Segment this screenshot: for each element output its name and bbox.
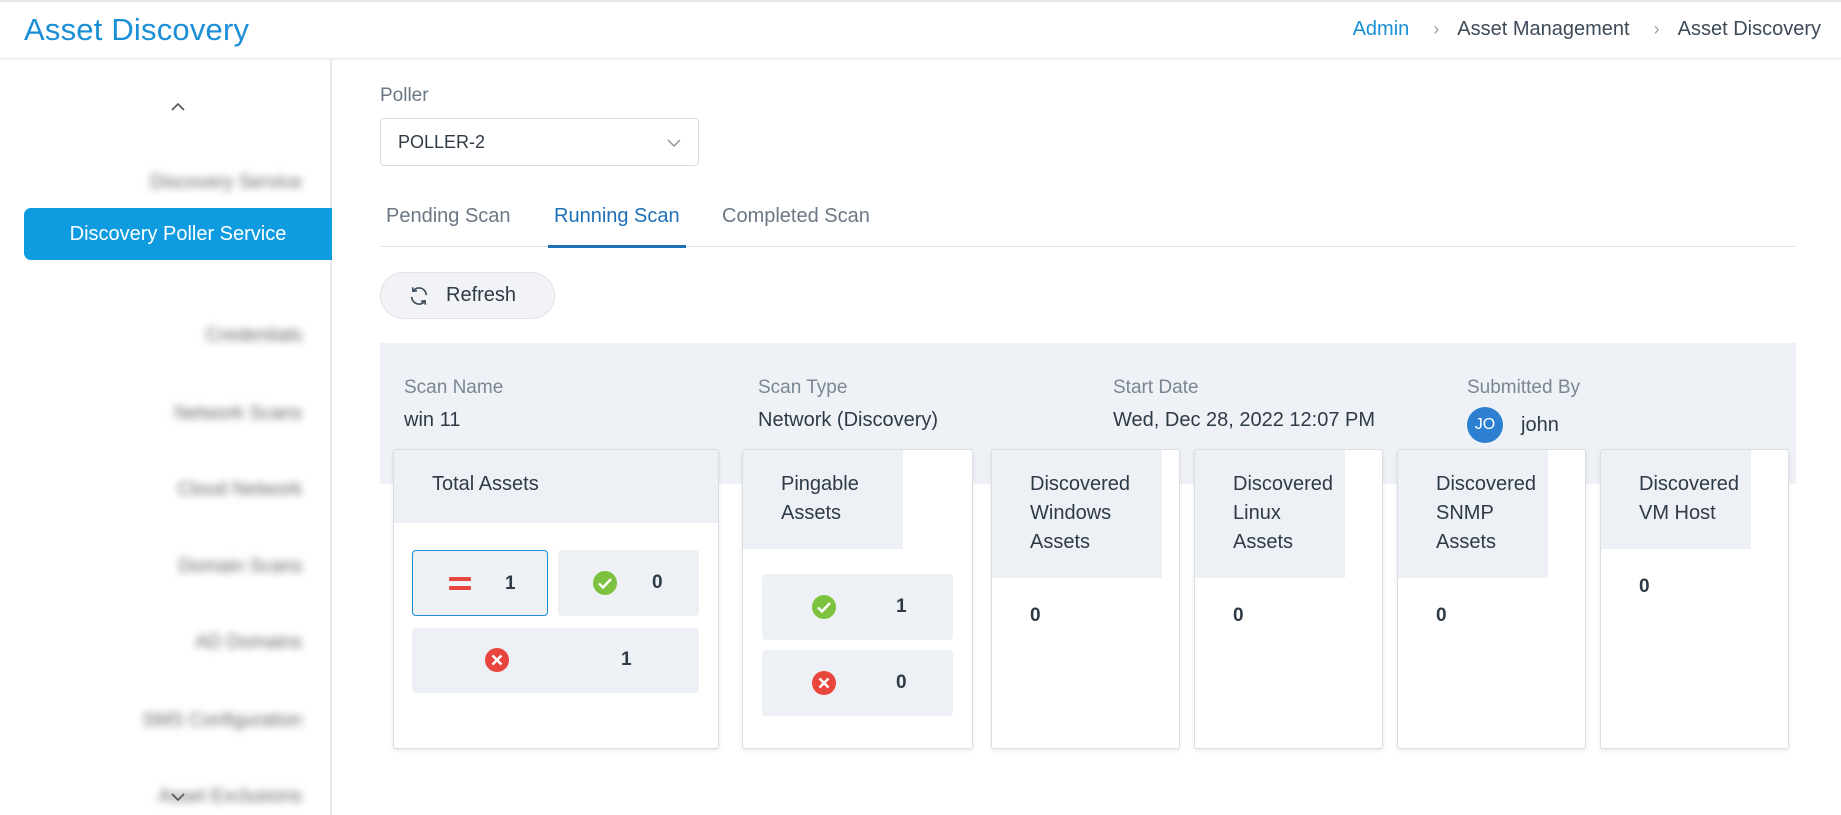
total-all-stat[interactable]: 1 xyxy=(412,550,548,616)
scan-name-label: Scan Name xyxy=(404,377,504,398)
windows-assets-title: Discovered Windows Assets xyxy=(992,450,1162,578)
breadcrumb-asset-management[interactable]: Asset Management xyxy=(1457,18,1629,41)
sidebar-item-network-scans[interactable]: Network Scans xyxy=(24,388,332,440)
scan-type-field: Scan Type Network (Discovery) xyxy=(758,377,938,432)
vm-host-card: Discovered VM Host 0 xyxy=(1600,449,1789,749)
submitted-by-label: Submitted By xyxy=(1467,377,1580,398)
linux-assets-count: 0 xyxy=(1233,605,1244,626)
refresh-icon xyxy=(410,286,428,305)
chevron-right-icon: › xyxy=(1653,19,1660,39)
sidebar-item-sms-configuration[interactable]: SMS Configuration xyxy=(24,695,332,747)
sidebar-item-credentials[interactable]: Credentials xyxy=(24,310,332,362)
scan-tabs: Pending Scan Running Scan Completed Scan xyxy=(380,205,1796,248)
page-header: Asset Discovery Admin › Asset Management… xyxy=(0,0,1841,59)
scan-type-label: Scan Type xyxy=(758,377,848,398)
vm-host-count: 0 xyxy=(1639,576,1650,597)
chevron-down-icon[interactable] xyxy=(170,789,186,805)
total-all-count: 1 xyxy=(505,573,516,594)
scan-type-value: Network (Discovery) xyxy=(758,409,939,431)
chevron-up-icon[interactable] xyxy=(170,99,186,115)
start-date-field: Start Date Wed, Dec 28, 2022 12:07 PM xyxy=(1113,377,1375,432)
start-date-label: Start Date xyxy=(1113,377,1199,398)
refresh-label: Refresh xyxy=(446,284,517,306)
total-failed-stat[interactable]: 1 xyxy=(412,628,699,693)
submitted-user-name: john xyxy=(1521,413,1559,436)
chevron-down-icon xyxy=(667,139,681,148)
breadcrumb: Admin › Asset Management › Asset Discove… xyxy=(1353,18,1821,41)
windows-assets-count: 0 xyxy=(1030,605,1041,626)
pingable-assets-card: Pingable Assets 1 0 xyxy=(742,449,973,749)
total-assets-card: Total Assets 1 0 1 xyxy=(393,449,719,749)
pingable-success-stat[interactable]: 1 xyxy=(762,574,953,640)
poller-select[interactable]: POLLER-2 xyxy=(380,118,699,166)
pingable-assets-title: Pingable Assets xyxy=(743,450,903,549)
total-assets-title: Total Assets xyxy=(394,450,718,523)
start-date-value: Wed, Dec 28, 2022 12:07 PM xyxy=(1113,409,1376,431)
linux-assets-card: Discovered Linux Assets 0 xyxy=(1194,449,1383,749)
snmp-assets-title: Discovered SNMP Assets xyxy=(1398,450,1548,578)
pingable-failed-stat[interactable]: 0 xyxy=(762,650,953,716)
snmp-assets-card: Discovered SNMP Assets 0 xyxy=(1397,449,1586,749)
scan-name-field: Scan Name win 11 xyxy=(404,377,503,432)
tab-pending-scan[interactable]: Pending Scan xyxy=(380,205,517,247)
refresh-button[interactable]: Refresh xyxy=(380,272,555,319)
breadcrumb-admin[interactable]: Admin xyxy=(1353,18,1410,41)
vm-host-title: Discovered VM Host xyxy=(1601,450,1751,549)
avatar: JO xyxy=(1467,407,1503,443)
pingable-failed-count: 0 xyxy=(896,672,907,693)
error-circle-icon xyxy=(812,671,836,695)
check-circle-icon xyxy=(593,571,617,595)
breadcrumb-asset-discovery: Asset Discovery xyxy=(1677,18,1821,40)
error-circle-icon xyxy=(485,648,509,672)
poller-selected-value: POLLER-2 xyxy=(398,131,486,152)
sidebar-item-discovery-poller-service[interactable]: Discovery Poller Service xyxy=(24,208,332,260)
total-success-count: 0 xyxy=(652,572,663,593)
sidebar-item-discovery-service[interactable]: Discovery Service xyxy=(24,157,332,209)
linux-assets-title: Discovered Linux Assets xyxy=(1195,450,1345,578)
pingable-success-count: 1 xyxy=(896,596,907,617)
sidebar-item-domain-scans[interactable]: Domain Scans xyxy=(24,541,332,593)
check-circle-icon xyxy=(812,595,836,619)
sidebar-item-ad-domains[interactable]: AD Domains xyxy=(24,617,332,669)
snmp-assets-count: 0 xyxy=(1436,605,1447,626)
tab-running-scan[interactable]: Running Scan xyxy=(548,205,686,248)
windows-assets-card: Discovered Windows Assets 0 xyxy=(991,449,1180,749)
submitted-by-field: Submitted By JO john xyxy=(1467,377,1580,443)
submitted-user: JO john xyxy=(1467,407,1580,443)
scan-name-value: win 11 xyxy=(404,409,461,431)
total-success-stat[interactable]: 0 xyxy=(558,550,699,616)
total-failed-count: 1 xyxy=(621,649,632,670)
sidebar: Discovery Service Discovery Poller Servi… xyxy=(0,59,332,815)
chevron-right-icon: › xyxy=(1433,19,1440,39)
sidebar-item-cloud-network[interactable]: Cloud Network xyxy=(24,464,332,516)
poller-label: Poller xyxy=(380,85,429,106)
equals-icon xyxy=(449,577,471,590)
page-title: Asset Discovery xyxy=(24,12,250,47)
tab-completed-scan[interactable]: Completed Scan xyxy=(716,205,876,247)
